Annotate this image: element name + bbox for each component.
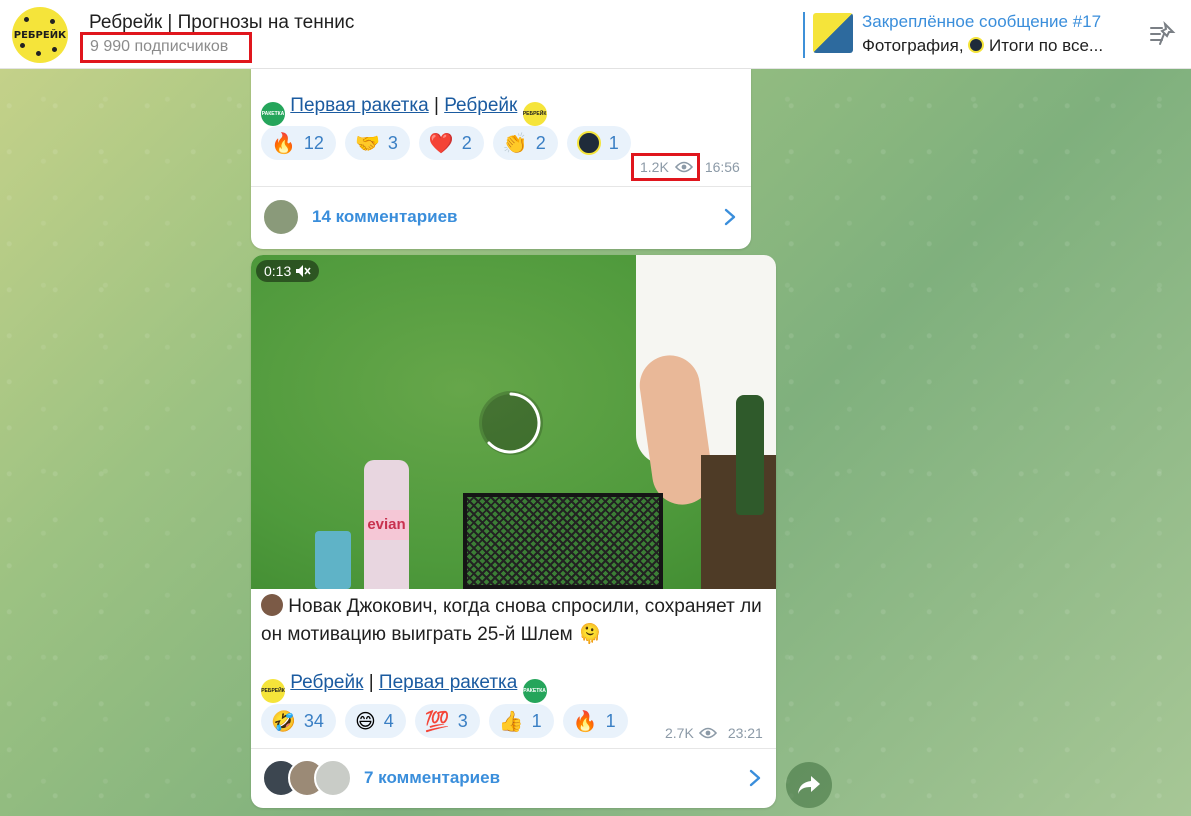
message-2-caption: Новак Джокович, когда снова спросили, со… — [261, 593, 771, 649]
divider — [251, 748, 776, 749]
reaction-count: 12 — [303, 132, 324, 153]
comments-button[interactable]: 7 комментариев — [251, 750, 776, 806]
video-duration: 0:13 — [264, 263, 292, 279]
forward-arrow-icon — [798, 776, 820, 794]
reaction-handshake[interactable]: 🤝 3 — [344, 126, 410, 160]
channel-header: РЕБРЕЙК Ребрейк | Прогнозы на теннис 9 9… — [0, 0, 1191, 69]
reaction-count: 3 — [387, 132, 398, 153]
pinned-preview: Фотография, Итоги по все... — [862, 36, 1103, 56]
fire-emoji-icon: 🔥 — [271, 131, 296, 155]
comments-count: 7 комментариев — [364, 768, 501, 787]
reaction-rebreak[interactable]: 1 — [566, 126, 631, 160]
comments-button[interactable]: 14 комментариев — [251, 189, 751, 245]
link-first-racket[interactable]: Первая ракетка — [379, 672, 517, 693]
message-time: 16:56 — [704, 159, 740, 175]
message-1-reactions: 🔥 12 🤝 3 ❤️ 2 👏 2 1 — [261, 126, 631, 160]
views-count: 1.2K — [640, 159, 669, 175]
pinned-list-icon[interactable] — [1148, 20, 1176, 48]
clap-emoji-icon: 👏 — [502, 131, 528, 155]
commenter-avatar — [262, 198, 300, 236]
rebreak-avatar-emoji-icon — [576, 131, 601, 155]
commenter-avatar — [314, 759, 352, 797]
reaction-count: 4 — [383, 710, 394, 731]
chevron-right-icon — [724, 208, 736, 226]
reaction-clap[interactable]: 👏 2 — [492, 126, 558, 160]
subscriber-count: 9 990 подписчиков — [80, 32, 252, 63]
grin-emoji-icon: 😄 — [354, 709, 376, 733]
pinned-thumbnail — [813, 13, 853, 53]
first-racket-logo-icon: РАКЕТКА — [261, 102, 285, 126]
rebreak-avatar-icon — [968, 37, 985, 53]
video-duration-badge[interactable]: 0:13 — [256, 260, 320, 282]
reaction-count: 2 — [535, 132, 546, 153]
rofl-emoji-icon: 🤣 — [271, 709, 296, 733]
message-bubble-2: evian 0:13 Новак Джокович, когда снова с… — [251, 255, 776, 808]
avatar-text: РЕБРЕЙК — [13, 29, 67, 41]
reaction-fire[interactable]: 🔥 12 — [261, 126, 336, 160]
reaction-fire[interactable]: 🔥 1 — [562, 704, 628, 738]
reaction-rofl[interactable]: 🤣 34 — [261, 704, 336, 738]
channel-title[interactable]: Ребрейк | Прогнозы на теннис — [89, 12, 354, 34]
fire-emoji-icon: 🔥 — [572, 709, 598, 733]
message-2-meta: 2.7K 23:21 — [665, 725, 763, 741]
views-count: 2.7K — [665, 725, 694, 741]
message-1-links: РАКЕТКА Первая ракетка | Ребрейк РЕБРЕЙК — [261, 95, 547, 126]
reaction-count: 2 — [461, 132, 472, 153]
djokovic-face-emoji-icon — [261, 594, 283, 616]
link-rebreak[interactable]: Ребрейк — [290, 672, 363, 693]
message-time: 23:21 — [727, 725, 763, 741]
eye-icon — [674, 161, 693, 173]
pinned-title: Закреплённое сообщение #17 — [862, 12, 1102, 31]
hundred-emoji-icon: 💯 — [424, 709, 450, 733]
link-rebreak[interactable]: Ребрейк — [444, 95, 517, 116]
video-ball-basket — [463, 493, 663, 589]
reaction-count: 34 — [303, 710, 324, 731]
links-separator: | — [368, 672, 374, 693]
reaction-grin[interactable]: 😄 4 — [344, 704, 406, 738]
link-first-racket[interactable]: Первая ракетка — [290, 95, 428, 116]
caption-text: Новак Джокович, когда снова спросили, со… — [261, 596, 762, 645]
muted-speaker-icon — [296, 265, 311, 277]
loading-spinner-icon — [479, 391, 543, 455]
shaking-face-emoji-icon: 🫠 — [578, 624, 602, 645]
handshake-emoji-icon: 🤝 — [354, 131, 380, 155]
message-2-links: РЕБРЕЙК Ребрейк | Первая ракетка РАКЕТКА — [261, 672, 547, 703]
reaction-hundred[interactable]: 💯 3 — [414, 704, 480, 738]
thumbs-up-emoji-icon: 👍 — [498, 709, 524, 733]
video-can — [315, 531, 351, 589]
divider — [251, 186, 751, 187]
eye-icon — [698, 727, 717, 739]
reaction-thumbs-up[interactable]: 👍 1 — [488, 704, 554, 738]
video-preview[interactable]: evian 0:13 — [251, 255, 776, 589]
reaction-heart[interactable]: ❤️ 2 — [418, 126, 484, 160]
video-bottle-label: evian — [364, 510, 409, 540]
links-separator: | — [433, 95, 439, 116]
views-counter-highlight: 1.2K — [631, 153, 700, 181]
video-green-bottle — [736, 395, 764, 515]
reaction-count: 1 — [605, 710, 616, 731]
rebreak-logo-icon: РЕБРЕЙК — [522, 102, 547, 126]
channel-avatar[interactable]: РЕБРЕЙК — [12, 7, 68, 63]
reaction-count: 3 — [457, 710, 468, 731]
message-2-reactions: 🤣 34 😄 4 💯 3 👍 1 🔥 1 — [261, 704, 628, 738]
pinned-text-tail: Итоги по все... — [989, 36, 1104, 55]
first-racket-logo-icon: РАКЕТКА — [522, 679, 547, 703]
message-1-meta: 1.2K 16:56 — [631, 153, 740, 181]
pinned-text-head: Фотография, — [862, 36, 969, 55]
reaction-count: 1 — [608, 132, 619, 153]
reaction-count: 1 — [531, 710, 542, 731]
rebreak-logo-icon: РЕБРЕЙК — [261, 679, 285, 703]
chevron-right-icon — [749, 769, 761, 787]
forward-button[interactable] — [786, 762, 832, 808]
pinned-message[interactable]: Закреплённое сообщение #17 Фотография, И… — [803, 12, 1123, 58]
message-bubble-1: РАКЕТКА Первая ракетка | Ребрейк РЕБРЕЙК… — [251, 69, 751, 249]
heart-emoji-icon: ❤️ — [428, 131, 454, 155]
comments-count: 14 комментариев — [312, 207, 458, 226]
